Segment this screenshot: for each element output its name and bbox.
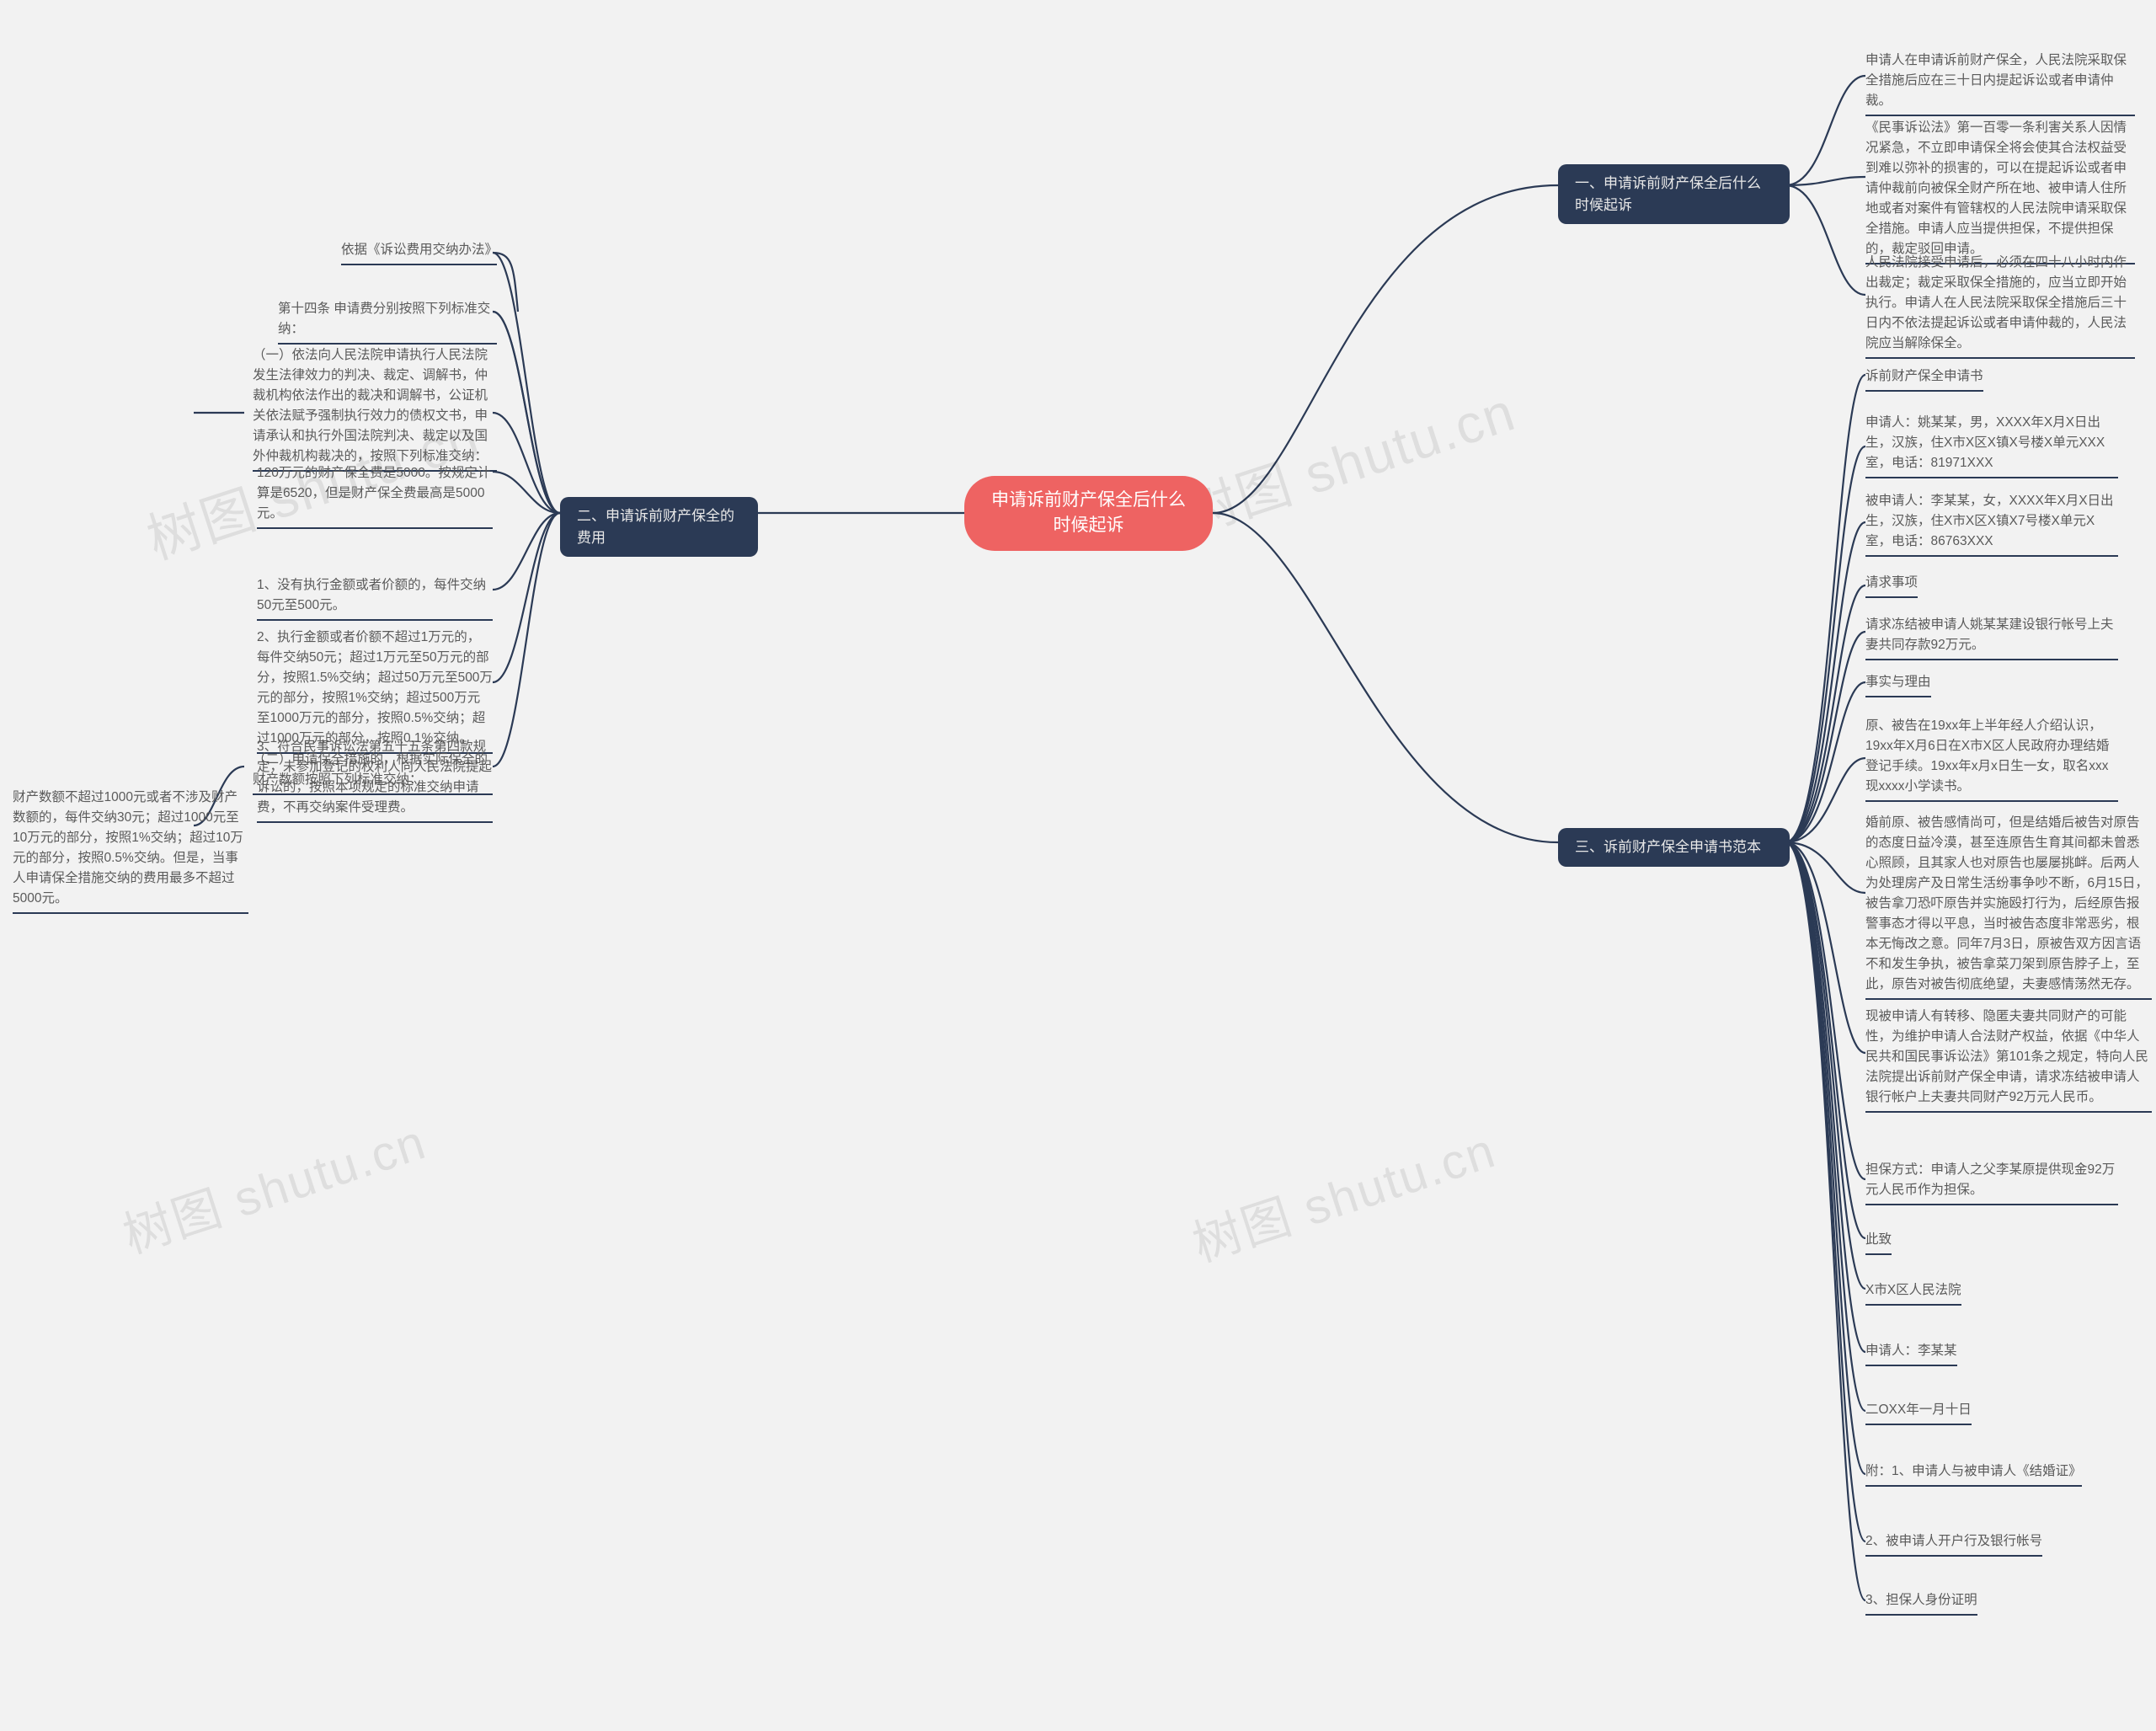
branch-3-leaf-4: 请求冻结被申请人姚某某建设银行帐号上夫妻共同存款92万元。 bbox=[1865, 615, 2118, 660]
branch-2-right-3: 2、执行金额或者价额不超过1万元的，每件交纳50元；超过1万元至50万元的部分，… bbox=[257, 628, 493, 754]
branch-3-leaf-5: 事实与理由 bbox=[1865, 672, 1931, 697]
branch-3-leaf-12: 申请人：李某某 bbox=[1865, 1341, 1957, 1366]
branch-2-left-5: 财产数额不超过1000元或者不涉及财产数额的，每件交纳30元；超过1000元至1… bbox=[13, 788, 248, 914]
watermark: 树图 shutu.cn bbox=[1172, 369, 1524, 549]
mindmap-root[interactable]: 申请诉前财产保全后什么时候起诉 bbox=[964, 476, 1213, 551]
branch-2-left-3: （一）依法向人民法院申请执行人民法院发生法律效力的判决、裁定、调解书，仲裁机构依… bbox=[253, 345, 497, 472]
branch-3[interactable]: 三、诉前财产保全申请书范本 bbox=[1558, 828, 1790, 867]
branch-2-left-4: （二）申请保全措施的，根据实际保全的财产数额按照下列标准交纳： bbox=[253, 750, 493, 795]
branch-3-leaf-3: 请求事项 bbox=[1865, 573, 1918, 598]
branch-1-leaf-0: 申请人在申请诉前财产保全，人民法院采取保全措施后应在三十日内提起诉讼或者申请仲裁… bbox=[1865, 51, 2135, 116]
watermark: 树图 shutu.cn bbox=[113, 1103, 434, 1267]
branch-3-leaf-14: 附：1、申请人与被申请人《结婚证》 bbox=[1865, 1461, 2082, 1487]
mindmap-connectors bbox=[0, 0, 2156, 1731]
branch-3-leaf-2: 被申请人：李某某，女，XXXX年X月X日出生，汉族，住X市X区X镇X7号楼X单元… bbox=[1865, 491, 2118, 557]
branch-3-leaf-1: 申请人：姚某某，男，XXXX年X月X日出生，汉族，住X市X区X镇X号楼X单元XX… bbox=[1865, 413, 2118, 478]
branch-2-right-2: 1、没有执行金额或者价额的，每件交纳50元至500元。 bbox=[257, 575, 493, 621]
branch-2-right-1: 120万元的财产保全费是5000。按规定计算是6520，但是财产保全费最高是50… bbox=[257, 463, 493, 529]
watermark: 树图 shutu.cn bbox=[1182, 1111, 1503, 1275]
branch-1-leaf-2: 人民法院接受申请后，必须在四十八小时内作出裁定；裁定采取保全措施的，应当立即开始… bbox=[1865, 253, 2135, 359]
branch-3-leaf-13: 二OXX年一月十日 bbox=[1865, 1400, 1972, 1425]
branch-3-leaf-0: 诉前财产保全申请书 bbox=[1865, 366, 1983, 392]
branch-3-leaf-9: 担保方式：申请人之父李某原提供现金92万元人民币作为担保。 bbox=[1865, 1160, 2118, 1205]
branch-3-leaf-10: 此致 bbox=[1865, 1230, 1892, 1255]
branch-1-leaf-1: 《民事诉讼法》第一百零一条利害关系人因情况紧急，不立即申请保全将会使其合法权益受… bbox=[1865, 118, 2135, 264]
branch-2[interactable]: 二、申请诉前财产保全的费用 bbox=[560, 497, 758, 557]
branch-3-leaf-7: 婚前原、被告感情尚可，但是结婚后被告对原告的态度日益冷漠，甚至连原告生育其间都未… bbox=[1865, 813, 2152, 1000]
branch-3-leaf-6: 原、被告在19xx年上半年经人介绍认识，19xx年X月6日在X市X区人民政府办理… bbox=[1865, 716, 2118, 802]
branch-2-left-2: 第十四条 申请费分别按照下列标准交纳： bbox=[278, 299, 497, 345]
branch-3-leaf-16: 3、担保人身份证明 bbox=[1865, 1590, 1977, 1616]
branch-1[interactable]: 一、申请诉前财产保全后什么时候起诉 bbox=[1558, 164, 1790, 224]
branch-3-leaf-15: 2、被申请人开户行及银行帐号 bbox=[1865, 1531, 2042, 1557]
branch-3-leaf-8: 现被申请人有转移、隐匿夫妻共同财产的可能性，为维护申请人合法财产权益，依据《中华… bbox=[1865, 1007, 2152, 1113]
branch-2-left-1: 依据《诉讼费用交纳办法》 bbox=[341, 240, 497, 265]
branch-3-leaf-11: X市X区人民法院 bbox=[1865, 1280, 1961, 1306]
